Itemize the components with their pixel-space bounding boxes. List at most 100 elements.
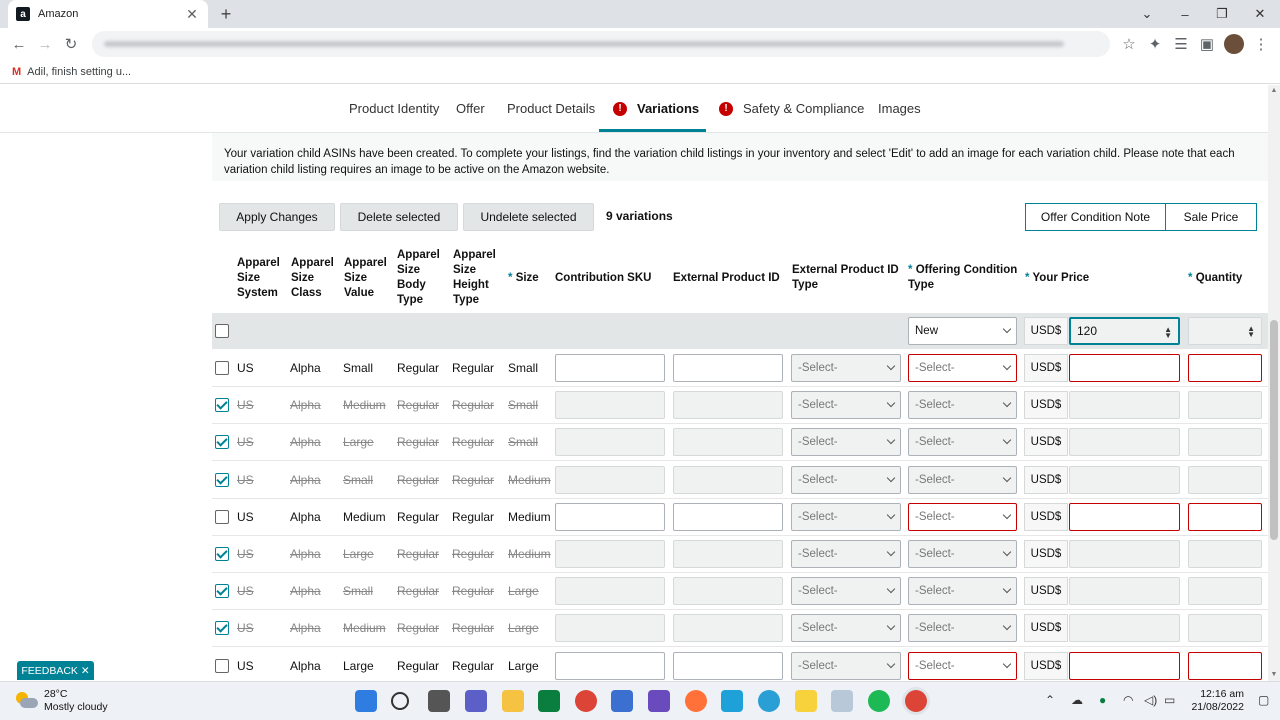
sku-input[interactable]: [555, 465, 665, 494]
minimize-icon[interactable]: –: [1166, 0, 1204, 28]
delete-selected-button[interactable]: Delete selected: [340, 203, 458, 231]
chrome-icon[interactable]: [575, 690, 597, 712]
condition-select[interactable]: -Select-: [908, 540, 1017, 568]
price-input[interactable]: [1069, 540, 1180, 568]
external-id-input[interactable]: [673, 428, 783, 457]
page-scrollbar[interactable]: ▲ ▼: [1268, 85, 1280, 681]
sku-input[interactable]: [555, 354, 665, 382]
microphone-icon[interactable]: ●: [1099, 693, 1106, 707]
tab-search-icon[interactable]: ⌄: [1128, 0, 1166, 28]
external-id-input[interactable]: [673, 651, 783, 680]
forward-icon[interactable]: →: [32, 31, 58, 57]
scroll-down-icon[interactable]: ▼: [1270, 671, 1278, 679]
row-checkbox[interactable]: [215, 621, 229, 636]
condition-select[interactable]: -Select-: [908, 614, 1017, 643]
external-id-input[interactable]: [673, 502, 783, 531]
external-id-type-select[interactable]: -Select-: [791, 651, 901, 680]
new-tab-icon[interactable]: +: [216, 4, 236, 24]
price-input[interactable]: [1069, 651, 1180, 680]
battery-icon[interactable]: ▭: [1164, 693, 1175, 707]
tab-product-identity[interactable]: Product Identity: [349, 85, 439, 132]
start-icon[interactable]: [355, 690, 377, 712]
snipping-tool-icon[interactable]: [648, 690, 670, 712]
quantity-input[interactable]: [1188, 428, 1262, 457]
price-input[interactable]: [1069, 465, 1180, 494]
clock[interactable]: 12:16 am 21/08/2022: [1188, 688, 1244, 714]
stepper-icon[interactable]: ▲ ▼: [1247, 325, 1255, 339]
external-id-type-select[interactable]: -Select-: [791, 502, 901, 531]
external-id-type-select[interactable]: -Select-: [791, 428, 901, 457]
bulk-quantity-input[interactable]: ▲ ▼: [1188, 317, 1262, 345]
firefox-icon[interactable]: [685, 690, 707, 712]
condition-select[interactable]: -Select-: [908, 354, 1017, 382]
price-input[interactable]: [1069, 614, 1180, 643]
onedrive-icon[interactable]: ☁: [1071, 693, 1083, 707]
sku-input[interactable]: [555, 391, 665, 420]
sku-input[interactable]: [555, 651, 665, 680]
quantity-input[interactable]: [1188, 577, 1262, 606]
tray-expand-icon[interactable]: ⌃: [1045, 693, 1055, 707]
chrome-active-icon[interactable]: [905, 690, 927, 712]
external-id-input[interactable]: [673, 540, 783, 568]
external-id-input[interactable]: [673, 614, 783, 643]
app-icon[interactable]: [831, 690, 853, 712]
extensions-icon[interactable]: ✦: [1142, 31, 1168, 57]
sku-input[interactable]: [555, 540, 665, 568]
tab-offer[interactable]: Offer: [456, 85, 485, 132]
price-input[interactable]: [1069, 391, 1180, 420]
sku-input[interactable]: [555, 428, 665, 457]
row-checkbox[interactable]: [215, 472, 229, 487]
external-id-type-select[interactable]: -Select-: [791, 614, 901, 643]
select-all-checkbox[interactable]: [215, 324, 229, 338]
task-view-icon[interactable]: [428, 690, 450, 712]
notepad-icon[interactable]: [721, 690, 743, 712]
bulk-condition-select[interactable]: New: [908, 317, 1017, 345]
external-id-type-select[interactable]: -Select-: [791, 540, 901, 568]
price-input[interactable]: [1069, 502, 1180, 531]
app-icon[interactable]: [611, 690, 633, 712]
profile-avatar[interactable]: [1224, 34, 1244, 54]
price-input[interactable]: [1069, 428, 1180, 457]
wifi-icon[interactable]: ◠: [1123, 693, 1133, 707]
condition-select[interactable]: -Select-: [908, 391, 1017, 420]
bookmark-gmail[interactable]: Adil, finish setting u...: [27, 66, 131, 78]
menu-icon[interactable]: ⋮: [1248, 31, 1274, 57]
spotify-icon[interactable]: [868, 690, 890, 712]
maximize-icon[interactable]: ❐: [1203, 0, 1241, 28]
price-input[interactable]: [1069, 577, 1180, 606]
external-id-type-select[interactable]: -Select-: [791, 465, 901, 494]
quantity-input[interactable]: [1188, 502, 1262, 531]
quantity-input[interactable]: [1188, 465, 1262, 494]
reload-icon[interactable]: ↻: [58, 31, 84, 57]
tab-product-details[interactable]: Product Details: [507, 85, 595, 132]
external-id-input[interactable]: [673, 577, 783, 606]
bulk-price-input[interactable]: 120 ▲ ▼: [1069, 317, 1180, 345]
scroll-up-icon[interactable]: ▲: [1270, 87, 1278, 95]
file-explorer-icon[interactable]: [502, 690, 524, 712]
condition-select[interactable]: -Select-: [908, 651, 1017, 680]
undelete-selected-button[interactable]: Undelete selected: [463, 203, 594, 231]
row-checkbox[interactable]: [215, 435, 229, 450]
side-panel-icon[interactable]: ▣: [1194, 31, 1220, 57]
row-checkbox[interactable]: [215, 658, 229, 673]
price-input[interactable]: [1069, 354, 1180, 382]
notification-icon[interactable]: ▢: [1258, 693, 1269, 707]
browser-tab[interactable]: a Amazon ✕: [8, 0, 208, 28]
external-id-type-select[interactable]: -Select-: [791, 577, 901, 606]
back-icon[interactable]: ←: [6, 31, 32, 57]
close-window-icon[interactable]: ✕: [1241, 0, 1279, 28]
close-tab-icon[interactable]: ✕: [184, 6, 200, 23]
condition-select[interactable]: -Select-: [908, 577, 1017, 606]
bookmark-star-icon[interactable]: ☆: [1116, 31, 1142, 57]
sku-input[interactable]: [555, 577, 665, 606]
row-checkbox[interactable]: [215, 361, 229, 375]
quantity-input[interactable]: [1188, 651, 1262, 680]
stepper-icon[interactable]: ▲ ▼: [1164, 326, 1172, 340]
scroll-thumb[interactable]: [1270, 320, 1278, 540]
apply-changes-button[interactable]: Apply Changes: [219, 203, 335, 231]
row-checkbox[interactable]: [215, 584, 229, 599]
edge-icon[interactable]: [758, 690, 780, 712]
condition-select[interactable]: -Select-: [908, 428, 1017, 457]
external-id-input[interactable]: [673, 465, 783, 494]
row-checkbox[interactable]: [215, 398, 229, 413]
